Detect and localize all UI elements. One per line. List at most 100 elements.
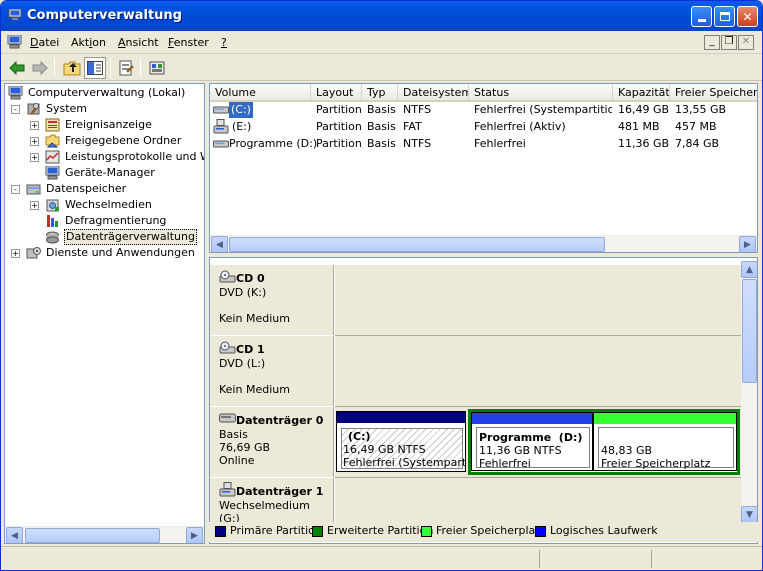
chevron-down-icon: ▼ (746, 509, 753, 520)
tree-label: System (46, 102, 88, 115)
forward-button[interactable] (29, 57, 51, 79)
back-button[interactable] (6, 57, 28, 79)
collapse-toggle[interactable]: - (11, 105, 20, 114)
partition-programme-d[interactable]: Programme (D:) 11,36 GB NTFS Fehlerfrei (471, 412, 593, 471)
tree-item-system[interactable]: - System (5, 101, 204, 117)
removable-storage-icon (46, 199, 59, 212)
menu-aktion[interactable]: Aktion (71, 36, 106, 49)
disk-label-cd1[interactable]: CD 1 DVD (L:) Kein Medium (210, 336, 334, 407)
status-panel (651, 550, 761, 568)
toolbar-separator (140, 58, 141, 77)
performance-logs-icon (45, 150, 60, 164)
tree-horizontal-scrollbar[interactable]: ◀ ▶ (5, 526, 204, 543)
toolbar-separator (110, 58, 111, 77)
help-button[interactable] (146, 57, 168, 79)
show-hide-tree-button[interactable] (84, 57, 106, 79)
close-button[interactable]: ✕ (737, 6, 758, 27)
primary-partition-bar (337, 412, 465, 423)
console-tree[interactable]: Computerverwaltung (Lokal) - System + Er… (4, 83, 205, 544)
column-header-status[interactable]: Status (469, 84, 613, 102)
disk-management-icon (46, 231, 59, 244)
drive-icon (213, 140, 229, 148)
minimize-icon: _ (709, 36, 715, 47)
tree-label: Computerverwaltung (Lokal) (28, 86, 186, 99)
up-level-button[interactable] (61, 57, 83, 79)
partition-free-space[interactable]: 48,83 GB Freier Speicherplatz (593, 412, 737, 471)
column-header-typ[interactable]: Typ (362, 84, 398, 102)
tree-item-computerverwaltung[interactable]: Computerverwaltung (Lokal) (5, 85, 204, 101)
legend-swatch-primary (215, 526, 226, 537)
child-restore-button[interactable]: ❐ (721, 35, 737, 50)
scroll-up-button[interactable]: ▲ (741, 261, 757, 278)
disk-strip-disk1 (335, 478, 742, 528)
graph-vertical-scrollbar[interactable]: ▲ ▼ (741, 261, 757, 523)
menu-help[interactable]: ? (221, 36, 227, 49)
disk-graphical-view[interactable]: CD 0 DVD (K:) Kein Medium CD 1 DVD (L:) … (209, 257, 758, 544)
collapse-toggle[interactable]: - (11, 185, 20, 194)
scroll-down-button[interactable]: ▼ (741, 506, 757, 523)
cell-typ: Basis (367, 120, 396, 133)
column-header-dateisystem[interactable]: Dateisystem (398, 84, 469, 102)
removable-drive-icon (213, 119, 229, 134)
storage-icon (26, 184, 41, 195)
title-bar[interactable]: Computerverwaltung ✕ (1, 1, 762, 31)
tree-item-wechselmedien[interactable]: + Wechselmedien (5, 197, 204, 213)
minimize-icon (697, 18, 706, 22)
maximize-button[interactable] (714, 6, 735, 27)
partition-c[interactable]: (C:) 16,49 GB NTFS Fehlerfrei (Systempar… (336, 411, 466, 472)
partition-name: (C:) (348, 430, 371, 443)
scroll-right-button[interactable]: ▶ (186, 527, 203, 543)
column-header-volume[interactable]: Volume (210, 84, 311, 102)
tree-item-defragmentierung[interactable]: Defragmentierung (5, 213, 204, 229)
up-folder-icon (63, 61, 81, 76)
chevron-up-icon: ▲ (746, 264, 753, 275)
partition-size: 16,49 GB NTFS (343, 443, 426, 456)
chevron-left-icon: ◀ (216, 239, 223, 250)
logical-drive-bar (472, 413, 592, 424)
scroll-thumb[interactable] (742, 279, 757, 383)
disk-label-disk1[interactable]: Datenträger 1 Wechselmedium (G:) (210, 478, 334, 528)
properties-button[interactable] (115, 57, 137, 79)
expand-toggle[interactable]: + (11, 249, 20, 258)
chevron-left-icon: ◀ (11, 530, 18, 541)
scroll-left-button[interactable]: ◀ (211, 236, 228, 252)
tree-item-datentraegerverwaltung[interactable]: Datenträgerverwaltung (5, 229, 204, 245)
cell-volume: (C:) (229, 102, 253, 118)
system-tools-icon (27, 103, 40, 115)
tree-item-datenspeicher[interactable]: - Datenspeicher (5, 181, 204, 197)
close-icon: ✕ (742, 9, 753, 24)
partition-status: Freier Speicherplatz (601, 457, 711, 470)
expand-toggle[interactable]: + (30, 137, 39, 146)
chevron-right-icon: ▶ (191, 530, 198, 541)
tree-item-leistungsprotokolle[interactable]: + Leistungsprotokolle und Warn (5, 149, 204, 165)
expand-toggle[interactable]: + (30, 153, 39, 162)
cell-status: Fehlerfrei (Aktiv) (474, 120, 566, 133)
scroll-right-button[interactable]: ▶ (739, 236, 756, 252)
menu-fenster[interactable]: Fenster (168, 36, 209, 49)
child-close-button[interactable]: ✕ (738, 35, 754, 50)
cell-volume: (E:) (232, 120, 252, 133)
child-minimize-button[interactable]: _ (704, 35, 720, 50)
scroll-thumb[interactable] (25, 528, 160, 543)
tree-label: Ereignisanzeige (65, 118, 152, 131)
menu-ansicht[interactable]: Ansicht (118, 36, 159, 49)
tree-item-ereignisanzeige[interactable]: + Ereignisanzeige (5, 117, 204, 133)
scroll-left-button[interactable]: ◀ (6, 527, 23, 543)
disk-label-cd0[interactable]: CD 0 DVD (K:) Kein Medium (210, 265, 334, 336)
column-header-kapazitaet[interactable]: Kapazität (613, 84, 670, 102)
list-horizontal-scrollbar[interactable]: ◀ ▶ (210, 235, 757, 252)
scroll-thumb[interactable] (229, 237, 605, 252)
column-header-freier-speicher[interactable]: Freier Speicher (670, 84, 757, 102)
menu-datei[interactable]: Datei (30, 36, 59, 49)
column-header-layout[interactable]: Layout (311, 84, 362, 102)
expand-toggle[interactable]: + (30, 121, 39, 130)
volume-list[interactable]: Volume Layout Typ Dateisystem Status Kap… (209, 83, 758, 253)
tree-label: Wechselmedien (65, 198, 152, 211)
computer-icon[interactable] (7, 35, 23, 49)
minimize-button[interactable] (691, 6, 712, 27)
tree-item-dienste[interactable]: + Dienste und Anwendungen (5, 245, 204, 261)
expand-toggle[interactable]: + (30, 201, 39, 210)
tree-item-freigegebene-ordner[interactable]: + Freigegebene Ordner (5, 133, 204, 149)
tree-item-geraete-manager[interactable]: Geräte-Manager (5, 165, 204, 181)
disk-label-disk0[interactable]: Datenträger 0 Basis 76,69 GB Online (210, 407, 334, 478)
